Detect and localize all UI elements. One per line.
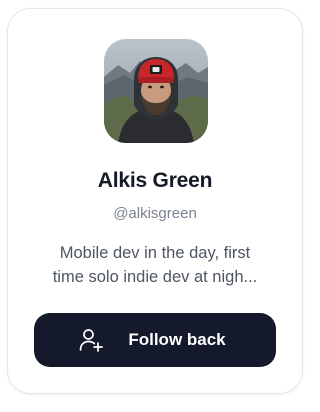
bio-line: Mobile dev in the day, first [59,244,251,262]
follow-back-label: Follow back [128,330,226,349]
profile-handle: @alkisgreen [113,205,197,222]
bio-line: time solo indie dev at nigh... [52,268,258,286]
profile-name: Alkis Green [97,169,213,192]
profile-card: Alkis Green @alkisgreen Mobile dev in th… [7,8,303,394]
avatar-photo [104,39,208,143]
follow-back-button[interactable]: Follow back [34,313,276,367]
user-plus-icon [78,327,104,353]
avatar[interactable] [104,39,208,143]
profile-bio: Mobile dev in the day, first time solo i… [36,241,274,289]
